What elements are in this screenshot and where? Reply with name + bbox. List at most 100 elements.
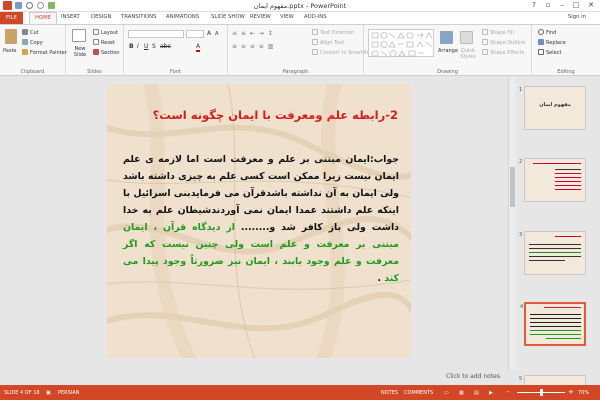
help-button[interactable]: ? [527, 1, 541, 10]
zoom-out-button[interactable]: - [507, 388, 510, 396]
thumbnail-line [529, 244, 581, 245]
thumbnail-line [529, 248, 581, 249]
format-painter-label: Format Painter [30, 50, 67, 56]
find-button[interactable]: Find [538, 29, 556, 36]
font-group: A A B I U S abc A Font [124, 25, 228, 76]
zoom-level[interactable]: 70% [578, 390, 589, 396]
font-size-combo[interactable] [186, 30, 204, 38]
thumbnail-line [555, 181, 581, 182]
shape-outline-label: Shape Outline [490, 40, 526, 46]
thumbnail-line [530, 326, 581, 327]
thumbnail-number: 3 [519, 232, 523, 238]
strikethrough-icon[interactable]: abc [160, 43, 171, 50]
layout-button[interactable]: Layout [93, 29, 118, 36]
paste-button[interactable]: Paste [3, 48, 17, 54]
thumbnail-line [544, 307, 581, 308]
thumbnail-line [555, 177, 581, 178]
tab-view[interactable]: VIEW [280, 14, 294, 20]
align-icons[interactable]: ≡ ≡ ≡ ≡ ▥ [232, 43, 274, 50]
tab-file[interactable]: FILE [0, 12, 23, 24]
reset-button[interactable]: Reset [93, 39, 115, 46]
drawing-group: Arrange Quick Styles Shape Fill Shape Ou… [364, 25, 532, 76]
italic-icon[interactable]: I [137, 43, 139, 50]
thumbnail-line [555, 236, 581, 237]
bold-icon[interactable]: B [129, 43, 134, 50]
zoom-in-button[interactable]: + [568, 388, 574, 396]
comments-button[interactable]: COMMENTS [404, 390, 433, 396]
thumbnail-number: 4 [520, 304, 524, 310]
thumbnail-line [555, 185, 581, 186]
section-button[interactable]: Section [93, 49, 120, 56]
shape-outline-icon [482, 39, 488, 45]
shadow-icon[interactable]: S [152, 43, 156, 50]
tab-slide-show[interactable]: SLIDE SHOW [211, 14, 245, 20]
select-label: Select [546, 50, 562, 56]
shape-fill-icon [482, 29, 488, 35]
shape-outline-button[interactable]: Shape Outline [482, 39, 525, 46]
shape-effects-button[interactable]: Shape Effects [482, 49, 524, 56]
font-color-icon[interactable]: A [196, 43, 201, 52]
normal-view-icon[interactable]: ▭ [444, 390, 449, 396]
slide-thumbnail-3[interactable]: 3 [519, 231, 586, 275]
slide-counter: SLIDE 4 OF 18 [4, 390, 40, 396]
arrange-icon [440, 31, 453, 44]
grow-font-icon[interactable]: A [207, 30, 211, 37]
slide-body[interactable]: جواب:ایمان مبتنی بر علم و معرفت است اما … [123, 151, 399, 287]
slide-thumbnail-1[interactable]: 1 مفهوم ایمان [519, 86, 586, 130]
maximize-button[interactable]: □ [569, 1, 583, 10]
format-painter-button[interactable]: Format Painter [22, 49, 67, 56]
thumbnail-line [533, 163, 581, 164]
reading-view-icon[interactable]: ▤ [474, 390, 479, 396]
slide-thumbnail-2[interactable]: 2 [519, 158, 586, 202]
text-direction-button[interactable]: Text Direction [312, 29, 354, 36]
minimize-button[interactable]: – [555, 1, 569, 10]
shrink-font-icon[interactable]: A [215, 31, 218, 37]
slide-sorter-icon[interactable]: ▦ [459, 390, 464, 396]
slide-title[interactable]: 2-رابطه علم ومعرفت با ایمان چگونه است؟ [153, 108, 398, 122]
tab-home[interactable]: HOME [29, 12, 58, 24]
arrange-button[interactable]: Arrange [438, 48, 458, 54]
slide-scrollbar[interactable] [508, 77, 516, 370]
thumbnail-line [555, 173, 581, 174]
notes-button[interactable]: NOTES [381, 390, 398, 396]
tab-transitions[interactable]: TRANSITIONS [121, 14, 157, 20]
shape-fill-button[interactable]: Shape Fill [482, 29, 514, 36]
thumbnail-line [530, 334, 581, 335]
tab-animations[interactable]: ANIMATIONS [166, 14, 199, 20]
window-title: مفهوم ایمان.pptx - PowerPoint [253, 2, 347, 10]
language-indicator[interactable]: PERSIAN [58, 390, 79, 396]
new-slide-button[interactable]: New Slide [69, 46, 91, 58]
tab-add-ins[interactable]: ADD-INS [304, 14, 327, 20]
select-button[interactable]: Select [538, 49, 561, 56]
underline-icon[interactable]: U [144, 43, 148, 50]
notes-pane[interactable]: Click to add notes [0, 370, 516, 385]
replace-button[interactable]: Replace [538, 39, 566, 46]
find-label: Find [546, 30, 557, 36]
tab-insert[interactable]: INSERT [61, 14, 80, 20]
scrollbar-thumb[interactable] [510, 167, 515, 207]
convert-smartart-button[interactable]: Convert to SmartArt [312, 49, 371, 56]
close-button[interactable]: ✕ [584, 1, 598, 10]
layout-label: Layout [101, 30, 118, 36]
slide-canvas[interactable]: 2-رابطه علم ومعرفت با ایمان چگونه است؟ ج… [107, 84, 411, 358]
copy-button[interactable]: Copy [22, 39, 43, 46]
quick-styles-button[interactable]: Quick Styles [459, 48, 477, 60]
align-text-button[interactable]: Align Text [312, 39, 344, 46]
tab-design[interactable]: DESIGN [91, 14, 111, 20]
ribbon: Paste Cut Copy Format Painter Clipboard … [0, 24, 600, 76]
thumbnail-line [555, 189, 581, 190]
zoom-slider-thumb[interactable] [540, 389, 543, 396]
sign-in-link[interactable]: Sign in [568, 14, 586, 20]
slide-thumbnail-4[interactable]: 4 [520, 302, 586, 346]
spellcheck-icon[interactable]: ▣ [46, 390, 51, 396]
font-family-combo[interactable] [128, 30, 184, 38]
list-icons[interactable]: ≡ ≡ ⇤ ⇥ ↕ [232, 30, 274, 37]
ribbon-display-button[interactable]: ▫ [541, 1, 555, 10]
slideshow-icon[interactable]: ▶ [489, 390, 493, 396]
shapes-icons [371, 32, 433, 57]
shapes-gallery[interactable] [368, 29, 434, 57]
thumbnail-title: مفهوم ایمان [539, 102, 571, 108]
tab-review[interactable]: REVIEW [250, 14, 271, 20]
thumbnail-line [529, 256, 581, 257]
cut-button[interactable]: Cut [22, 29, 39, 36]
